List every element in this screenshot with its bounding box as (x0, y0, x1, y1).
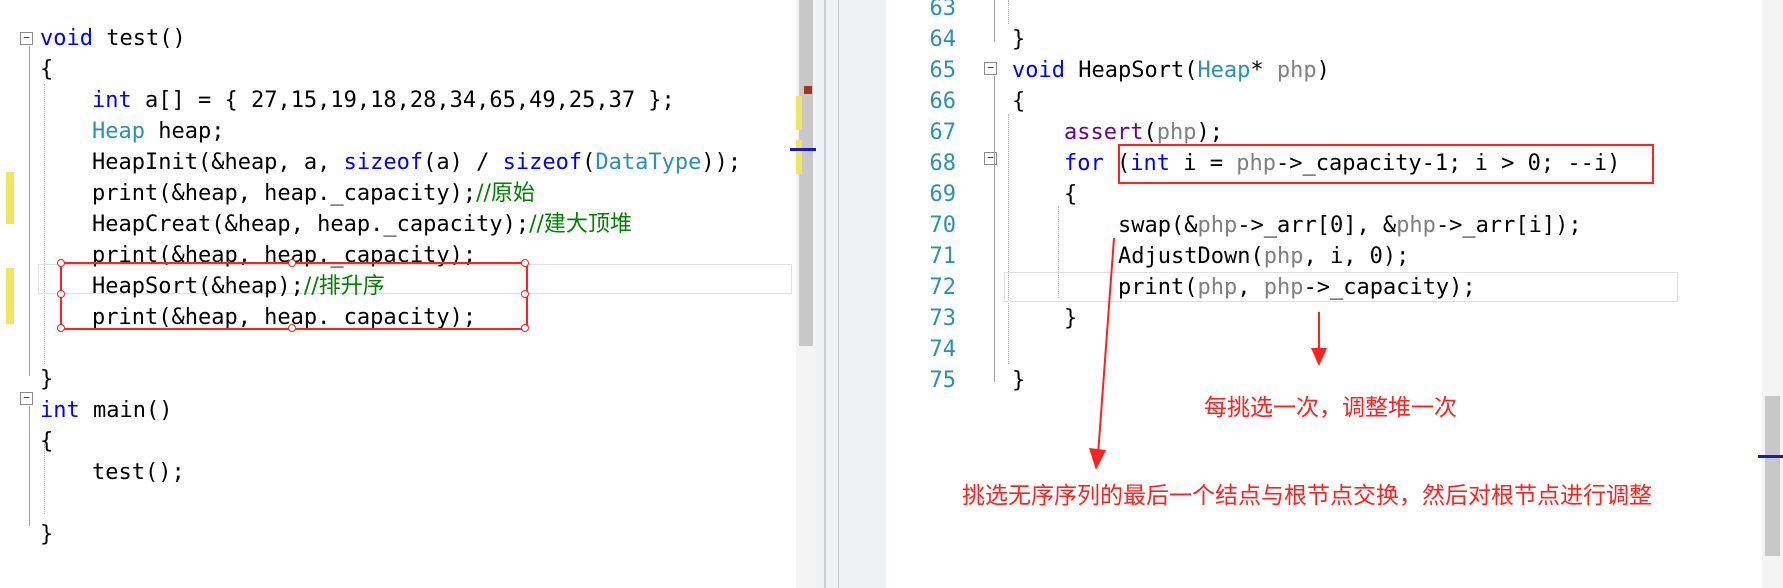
code-line[interactable]: HeapInit(&heap, a, sizeof(a) / sizeof(Da… (92, 148, 741, 178)
code-token: //原始 (476, 181, 535, 206)
annotation-swap-explain: 挑选无序序列的最后一个结点与根节点交换，然后对根节点进行调整 (962, 483, 1652, 509)
change-indicator (6, 172, 14, 224)
selection-handle[interactable] (521, 259, 529, 267)
arrow-shaft (1097, 237, 1115, 456)
code-token: int (40, 398, 80, 423)
selection-handle[interactable] (57, 324, 65, 332)
code-token: ( (582, 150, 596, 175)
code-line[interactable]: Heap heap; (92, 117, 224, 147)
change-indicator (6, 268, 14, 324)
code-token: } (40, 522, 54, 547)
selection-handle[interactable] (288, 324, 296, 332)
code-token: sizeof (502, 150, 583, 175)
code-token: int (92, 88, 132, 113)
code-token: { (40, 429, 54, 454)
code-token: test() (92, 26, 186, 51)
change-marker (796, 96, 802, 130)
code-token: //建大顶堆 (529, 212, 632, 237)
code-line[interactable]: { (40, 427, 53, 457)
selection-handle[interactable] (521, 324, 529, 332)
left-editor-pane[interactable]: − − void test() { int a[] = { 27,15,19,18,… (0, 0, 816, 588)
collapse-icon[interactable]: − (20, 392, 33, 405)
outline-guide (29, 406, 30, 526)
code-line[interactable]: int a[] = { 27,15,19,18,28,34,65,49,25,3… (92, 86, 675, 116)
code-token: )); (701, 150, 742, 175)
caret-position-marker (1758, 455, 1783, 458)
code-token: } (40, 367, 54, 392)
code-token: Heap (92, 119, 145, 144)
selection-handle[interactable] (57, 259, 65, 267)
code-token: (a) / (423, 150, 503, 175)
pane-splitter[interactable] (816, 0, 886, 588)
code-token: test(); (92, 460, 185, 485)
annotation-adjust-each: 每挑选一次，调整堆一次 (1204, 395, 1457, 421)
code-line[interactable]: print(&heap, heap._capacity);//原始 (92, 179, 535, 209)
code-line[interactable]: HeapCreat(&heap, heap._capacity);//建大顶堆 (92, 210, 632, 240)
code-line[interactable]: void test() (40, 24, 186, 54)
code-token: print(&heap, heap._capacity); (92, 181, 477, 206)
change-marker (796, 140, 802, 174)
code-token: { (40, 57, 54, 82)
selection-handle[interactable] (521, 290, 529, 298)
code-line[interactable]: int main() (40, 396, 172, 426)
selection-handle[interactable] (288, 259, 296, 267)
code-token: heap; (144, 119, 225, 144)
right-scrollbar[interactable] (1758, 0, 1783, 588)
error-marker (804, 86, 812, 94)
code-line[interactable]: } (40, 520, 53, 550)
arrow-head (1311, 348, 1327, 366)
highlight-box (60, 262, 528, 330)
code-line[interactable]: test(); (92, 458, 185, 488)
code-token: HeapCreat(&heap, heap._capacity); (92, 212, 530, 237)
arrow-head (1089, 448, 1106, 470)
outline-guide (29, 46, 30, 376)
code-token: main() (79, 398, 173, 423)
selection-handle[interactable] (57, 290, 65, 298)
caret-position-marker (790, 148, 816, 151)
code-line[interactable]: } (40, 365, 53, 395)
code-token: HeapInit(&heap, a, (92, 150, 344, 175)
code-line[interactable]: { (40, 55, 53, 85)
indent-guide (44, 84, 45, 364)
code-token: void (40, 26, 93, 51)
scrollbar-thumb[interactable] (1765, 396, 1780, 556)
collapse-icon[interactable]: − (20, 32, 33, 45)
code-token: DataType (595, 150, 702, 175)
right-editor-pane[interactable]: 63 64 65 66 67 68 69 70 71 72 73 74 75 − − } void Hea… (886, 0, 1783, 588)
left-scrollbar[interactable] (790, 0, 816, 588)
code-token: sizeof (343, 150, 424, 175)
code-token: a[] = { 27,15,19,18,28,34,65,49,25,37 }; (131, 88, 675, 113)
